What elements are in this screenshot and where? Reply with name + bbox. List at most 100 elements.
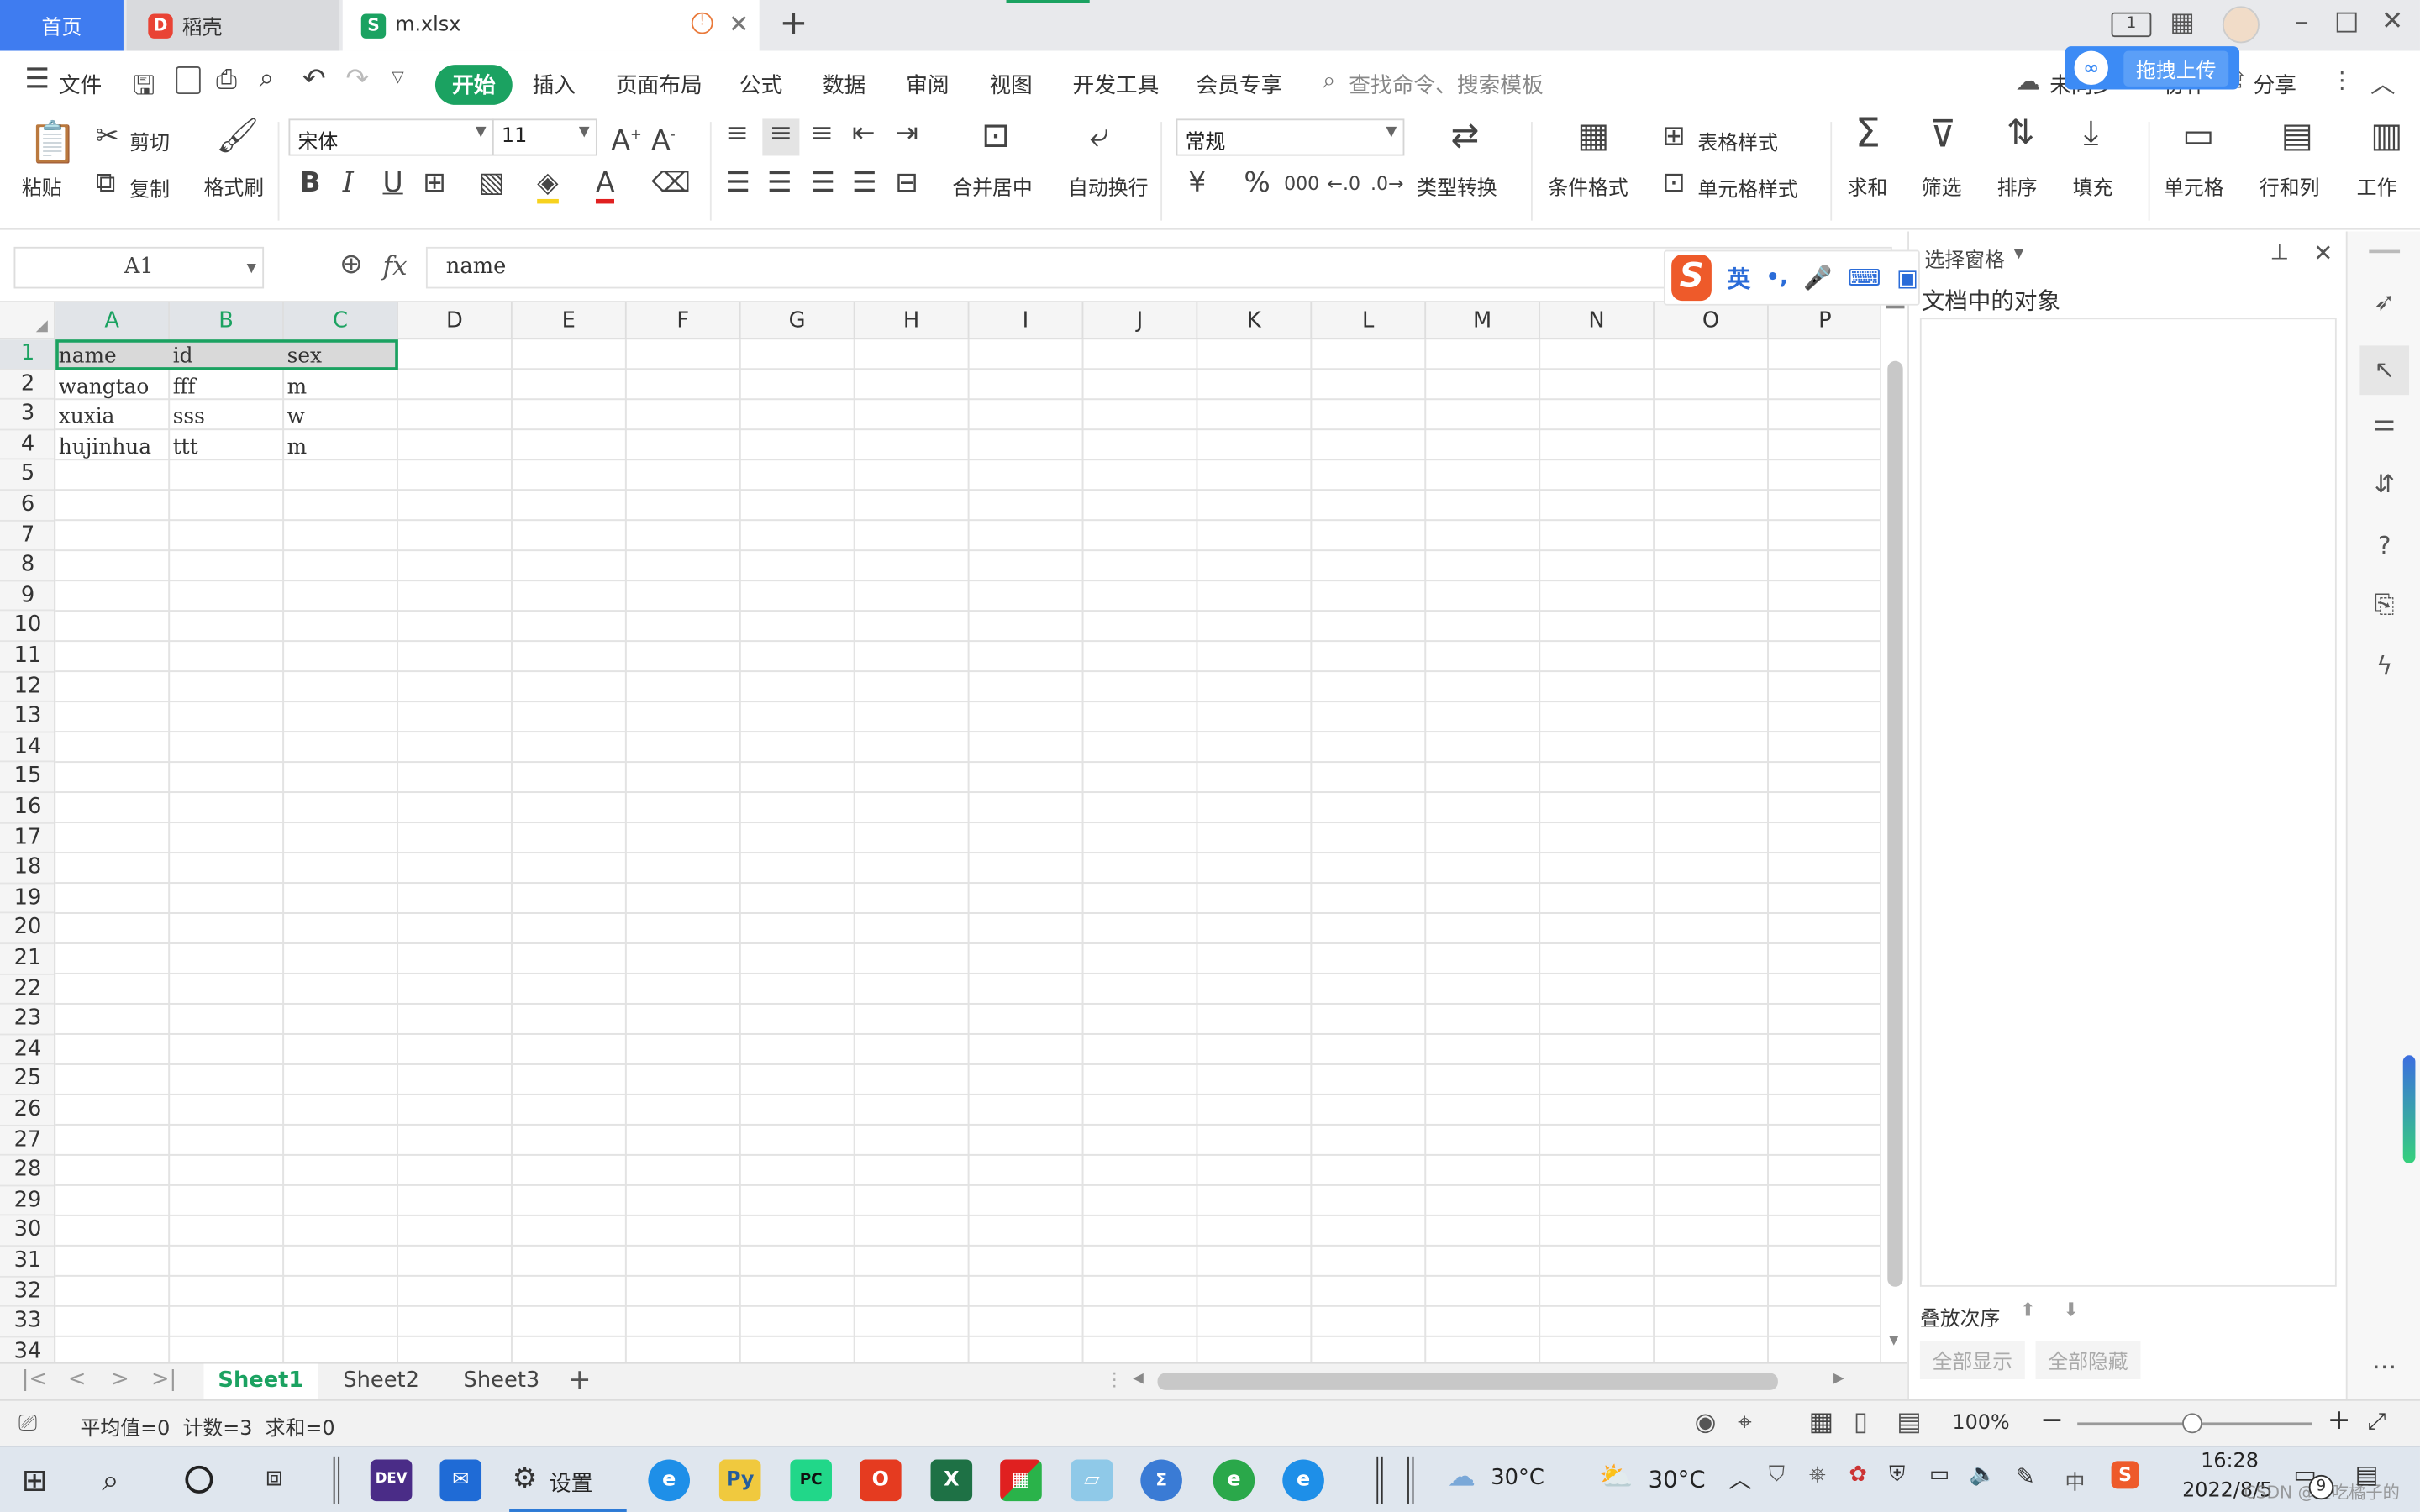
prev-sheet-icon[interactable]: < <box>68 1367 87 1391</box>
fill-icon[interactable]: ⤓ <box>2084 117 2099 150</box>
row-header-4[interactable]: 4 <box>0 430 55 461</box>
zoom-slider-handle[interactable] <box>2182 1413 2202 1434</box>
align-center-icon[interactable]: ☰ <box>767 167 792 199</box>
row-header-34[interactable]: 34 <box>0 1337 54 1362</box>
tray-vpn-icon[interactable]: ⛉ <box>1769 1462 1785 1487</box>
column-header-n[interactable]: N <box>1540 302 1655 340</box>
column-header-f[interactable]: F <box>627 302 741 340</box>
row-header-16[interactable]: 16 <box>0 793 55 824</box>
objects-list[interactable] <box>1919 318 2337 1287</box>
cell-a3[interactable]: xuxia <box>55 400 170 430</box>
show-all-button[interactable]: 全部显示 <box>1919 1341 2025 1380</box>
format-painter-icon[interactable]: 🖌 <box>216 119 259 153</box>
outdent-icon[interactable]: ⇤ <box>852 118 876 150</box>
restore-icon[interactable] <box>2336 12 2357 33</box>
save-icon[interactable]: 🖫 <box>133 66 155 111</box>
copy-button[interactable]: 复制 <box>129 173 170 202</box>
battery-icon[interactable]: ▭ <box>1929 1462 1949 1487</box>
zoom-level[interactable]: 100% <box>1952 1412 2009 1436</box>
increase-font-icon[interactable]: A+ <box>611 120 642 157</box>
ime-lang-toggle[interactable]: 英 <box>1728 261 1751 294</box>
menu-page-layout[interactable]: 页面布局 <box>616 70 702 101</box>
close-pane-icon[interactable]: ✕ <box>2313 239 2333 267</box>
menu-view[interactable]: 视图 <box>989 70 1032 101</box>
italic-icon[interactable]: I <box>343 167 354 199</box>
scroll-down-icon[interactable]: ▼ <box>1889 1333 1898 1347</box>
column-header-p[interactable]: P <box>1769 302 1883 340</box>
column-header-c[interactable]: C <box>283 302 398 340</box>
row-header-14[interactable]: 14 <box>0 732 55 764</box>
bold-icon[interactable]: B <box>299 167 320 199</box>
align-top-icon[interactable]: ≡ <box>725 118 749 150</box>
weather-temp-2[interactable]: 30°C <box>1649 1466 1706 1494</box>
cell-c4[interactable]: m <box>284 430 398 460</box>
vertical-scroll-thumb[interactable] <box>1887 360 1903 1287</box>
font-color-icon[interactable]: A <box>595 167 615 204</box>
eye-protect-icon[interactable]: ◉ <box>1695 1407 1717 1436</box>
cell-style-button[interactable]: 单元格样式 <box>1697 173 1797 202</box>
wrap-text-icon[interactable]: ⤶ <box>1090 119 1109 153</box>
row-header-24[interactable]: 24 <box>0 1035 55 1066</box>
function-icon[interactable]: fx <box>383 251 408 282</box>
hide-all-button[interactable]: 全部隐藏 <box>2035 1341 2141 1380</box>
grid-apps-icon[interactable]: ▦ <box>2170 8 2195 39</box>
sort-button[interactable]: 排序 <box>1997 171 2038 201</box>
cell-button[interactable]: 单元格 <box>2164 171 2224 201</box>
tray-shield-icon[interactable]: ⛨ <box>1889 1462 1905 1487</box>
wrap-text-button[interactable]: 自动换行 <box>1068 171 1149 201</box>
row-header-18[interactable]: 18 <box>0 853 55 885</box>
select-cursor-icon[interactable]: ↖ <box>2360 345 2410 396</box>
row-header-8[interactable]: 8 <box>0 551 55 582</box>
cell-c2[interactable]: m <box>284 370 398 400</box>
menu-insert[interactable]: 插入 <box>533 70 576 101</box>
row-header-30[interactable]: 30 <box>0 1216 55 1247</box>
fill-color-icon[interactable]: ◈ <box>537 167 559 204</box>
cell-b3[interactable]: sss <box>170 400 284 430</box>
first-sheet-icon[interactable]: |< <box>22 1367 47 1391</box>
microphone-icon[interactable]: 🎤 <box>1803 264 1832 291</box>
worksheet-icon[interactable]: ▥ <box>2370 119 2402 153</box>
share-button[interactable]: 分享 <box>2254 70 2296 101</box>
conditional-format-icon[interactable]: ▦ <box>1577 119 1609 153</box>
cut-icon[interactable]: ✂ <box>96 121 119 153</box>
row-header-2[interactable]: 2 <box>0 370 55 401</box>
column-header-m[interactable]: M <box>1426 302 1541 340</box>
sliders-icon[interactable]: ⚌ <box>2369 407 2400 438</box>
lightning-icon[interactable]: ϟ <box>2369 651 2400 682</box>
table-style-icon[interactable]: ⊞ <box>1662 121 1686 153</box>
sogou-tray-icon[interactable]: S <box>2111 1461 2139 1489</box>
sum-button[interactable]: 求和 <box>1848 171 1888 201</box>
help-icon[interactable]: ? <box>2369 531 2400 562</box>
python-icon[interactable]: Py <box>718 1459 761 1502</box>
name-box[interactable]: A1 ▼ <box>13 246 265 289</box>
window-mode-icon[interactable]: 1 <box>2111 12 2152 38</box>
worksheet-button[interactable]: 工作 <box>2357 171 2397 201</box>
action-center-icon[interactable]: ▤ <box>2355 1460 2379 1489</box>
menu-file[interactable]: 文件 <box>59 70 102 101</box>
underline-icon[interactable]: U <box>383 167 403 199</box>
table-style-button[interactable]: 表格样式 <box>1697 127 1778 156</box>
percent-icon[interactable]: % <box>1244 167 1270 199</box>
weather-temp-1[interactable]: 30°C <box>1491 1466 1544 1490</box>
sheet-tab-sheet3[interactable]: Sheet3 <box>445 1364 559 1399</box>
office-icon[interactable]: O <box>860 1459 902 1502</box>
notepad-icon[interactable]: ▱ <box>1071 1459 1113 1502</box>
row-header-19[interactable]: 19 <box>0 884 55 915</box>
menu-formula[interactable]: 公式 <box>739 70 782 101</box>
add-sheet-button[interactable]: + <box>568 1364 592 1397</box>
volume-icon[interactable]: 🔈 <box>1970 1462 1996 1487</box>
search-icon[interactable]: ⌕ <box>102 1461 119 1498</box>
row-header-28[interactable]: 28 <box>0 1156 55 1187</box>
row-header-12[interactable]: 12 <box>0 672 55 703</box>
column-header-b[interactable]: B <box>170 302 284 340</box>
row-col-icon[interactable]: ▤ <box>2281 119 2313 153</box>
shading-icon[interactable]: ▧ <box>478 167 504 199</box>
ie-icon[interactable]: e <box>1282 1459 1324 1502</box>
normal-view-icon[interactable]: ▦ <box>1809 1407 1834 1438</box>
row-header-20[interactable]: 20 <box>0 914 55 945</box>
menu-start[interactable]: 开始 <box>434 65 513 105</box>
cell-b2[interactable]: fff <box>170 370 284 400</box>
fullscreen-icon[interactable]: ⤢ <box>2367 1407 2386 1435</box>
tray-app-icon[interactable]: ⎈ <box>1809 1462 1827 1487</box>
number-format-select[interactable]: 常规 ▼ <box>1176 118 1405 156</box>
